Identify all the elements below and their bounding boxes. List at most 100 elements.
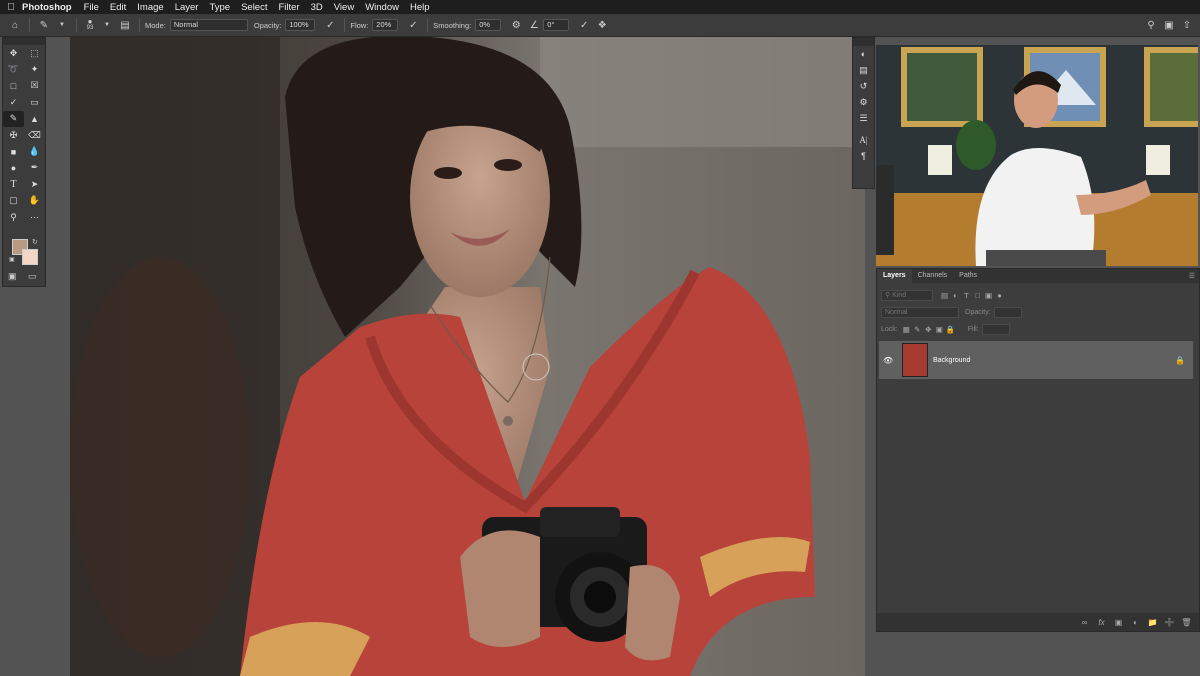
gradient-tool-icon[interactable]: ■ [3, 143, 24, 159]
type-filter-icon[interactable]: T [961, 291, 972, 300]
symmetry-icon[interactable]: ❖ [595, 18, 609, 32]
chevron-down-icon[interactable]: ▼ [100, 18, 114, 32]
app-menu[interactable]: Photoshop [22, 2, 72, 13]
eyedropper-tool-icon[interactable]: ✓ [3, 94, 24, 110]
airbrush-icon[interactable]: ✓ [406, 18, 420, 32]
adjustment-filter-icon[interactable]: ◐ [950, 291, 961, 300]
menu-3d[interactable]: 3D [311, 2, 323, 13]
menu-file[interactable]: File [84, 2, 99, 13]
menu-edit[interactable]: Edit [110, 2, 126, 13]
adjustment-layer-icon[interactable]: ◐ [1127, 618, 1144, 627]
properties-icon[interactable]: ⚙ [853, 94, 874, 110]
tab-paths[interactable]: Paths [953, 269, 983, 283]
lasso-tool-icon[interactable]: ➰ [3, 61, 24, 77]
background-color-swatch[interactable] [22, 249, 38, 265]
document-canvas[interactable] [70, 37, 865, 676]
smoothing-field[interactable]: 0% [475, 19, 502, 31]
zoom-tool-icon[interactable]: ⚲ [3, 209, 24, 225]
history-icon[interactable]: ↺ [853, 78, 874, 94]
marquee-tool-icon[interactable]: ⬚ [24, 45, 45, 61]
paragraph-icon[interactable]: ¶ [853, 148, 874, 164]
link-layers-icon[interactable]: ∞ [1076, 618, 1093, 627]
apple-icon[interactable]:  [0, 2, 22, 13]
swap-colors-icon[interactable]: ↻ [32, 238, 38, 246]
search-icon[interactable]: ⚲ [1144, 18, 1158, 32]
edit-toolbar-icon[interactable]: ⋯ [24, 209, 45, 225]
gear-icon[interactable]: ⚙ [509, 18, 523, 32]
menu-image[interactable]: Image [137, 2, 163, 13]
flow-field[interactable]: 20% [372, 19, 399, 31]
lock-image-icon[interactable]: ✎ [912, 325, 923, 334]
shape-filter-icon[interactable]: □ [972, 291, 983, 300]
brush-tool-icon[interactable]: ✎ [3, 110, 24, 127]
hand-tool-icon[interactable]: ✋ [24, 193, 45, 209]
lock-artboard-icon[interactable]: ▣ [934, 325, 945, 334]
move-tool-icon[interactable]: ✥ [3, 45, 24, 61]
trash-icon[interactable]: 🗑 [1178, 618, 1195, 627]
fill-label: Fill: [967, 326, 979, 333]
lock-transparent-icon[interactable]: ▦ [901, 325, 912, 334]
character-icon[interactable]: A| [853, 132, 874, 148]
layers-panel: Layers Channels Paths ☰ ⚲ Kind ▤ ◐ T □ ▣… [876, 268, 1200, 632]
tab-layers[interactable]: Layers [877, 269, 912, 283]
quick-mask-icon[interactable]: ▣ [8, 271, 17, 282]
pressure-opacity-icon[interactable]: ✓ [323, 18, 337, 32]
fx-icon[interactable]: fx [1093, 618, 1110, 627]
panel-menu-icon[interactable]: ☰ [1189, 272, 1199, 280]
chevron-down-icon[interactable]: ▼ [55, 18, 69, 32]
magic-wand-tool-icon[interactable]: ✦ [24, 61, 45, 77]
kind-filter-select[interactable]: ⚲ Kind [881, 290, 933, 301]
lock-all-icon[interactable]: 🔒 [945, 325, 956, 334]
crop-tool-icon[interactable]: □ [3, 78, 24, 94]
blur-tool-icon[interactable]: 💧 [24, 143, 45, 159]
lock-position-icon[interactable]: ✥ [923, 325, 934, 334]
screen-mode-icon[interactable]: ▭ [28, 271, 37, 282]
layer-mask-icon[interactable]: ▣ [1110, 618, 1127, 627]
layer-row-background[interactable]: 👁 Background 🔒 [879, 341, 1193, 379]
share-icon[interactable]: ⇧ [1180, 18, 1194, 32]
eraser-tool-icon[interactable]: ⌫ [24, 127, 45, 143]
layer-name[interactable]: Background [933, 357, 970, 364]
menu-layer[interactable]: Layer [175, 2, 199, 13]
pressure-size-icon[interactable]: ✓ [577, 18, 591, 32]
mode-select[interactable]: Normal [169, 19, 248, 31]
new-group-icon[interactable]: 📁 [1144, 618, 1161, 627]
eye-icon[interactable]: 👁 [883, 356, 897, 365]
menu-help[interactable]: Help [410, 2, 430, 13]
menu-window[interactable]: Window [365, 2, 399, 13]
opacity-field[interactable]: 100% [285, 19, 316, 31]
brush-preset-picker[interactable]: ● 93 [82, 18, 98, 32]
blend-mode-select[interactable]: Normal [881, 307, 959, 318]
history-brush-tool-icon[interactable]: ✠ [3, 127, 24, 143]
shape-tool-icon[interactable]: ▢ [3, 193, 24, 209]
menu-type[interactable]: Type [209, 2, 230, 13]
menu-view[interactable]: View [334, 2, 354, 13]
libraries-icon[interactable]: ☰ [853, 110, 874, 126]
dock-header[interactable] [853, 38, 874, 46]
tab-channels[interactable]: Channels [912, 269, 954, 283]
workspace-icon[interactable]: ▣ [1162, 18, 1176, 32]
histogram-icon[interactable]: ▤ [853, 62, 874, 78]
brush-settings-icon[interactable]: ▤ [118, 18, 132, 32]
layer-opacity-field[interactable] [993, 307, 1022, 318]
pen-tool-icon[interactable]: ✒ [24, 160, 45, 176]
pixel-filter-icon[interactable]: ▤ [939, 291, 950, 300]
default-colors-icon[interactable]: ▣ [9, 256, 15, 263]
healing-brush-tool-icon[interactable]: ▭ [24, 94, 45, 110]
new-layer-icon[interactable]: ➕ [1161, 618, 1178, 627]
menu-select[interactable]: Select [241, 2, 267, 13]
path-selection-tool-icon[interactable]: ➤ [24, 176, 45, 192]
fill-field[interactable] [981, 324, 1010, 335]
tools-panel-header[interactable] [3, 38, 45, 45]
clone-stamp-tool-icon[interactable]: ▲ [24, 111, 45, 127]
angle-field[interactable]: 0° [543, 19, 570, 31]
smart-object-filter-icon[interactable]: ▣ [983, 291, 994, 300]
dodge-tool-icon[interactable]: ● [3, 160, 24, 176]
adjustments-icon[interactable]: ◐ [853, 46, 874, 62]
type-tool-icon[interactable]: T [3, 176, 24, 192]
home-icon[interactable]: ⌂ [8, 18, 22, 32]
brush-tool-icon[interactable]: ✎ [37, 18, 51, 32]
frame-tool-icon[interactable]: ☒ [24, 78, 45, 94]
menu-filter[interactable]: Filter [278, 2, 299, 13]
filter-toggle-icon[interactable]: ● [994, 291, 1005, 300]
